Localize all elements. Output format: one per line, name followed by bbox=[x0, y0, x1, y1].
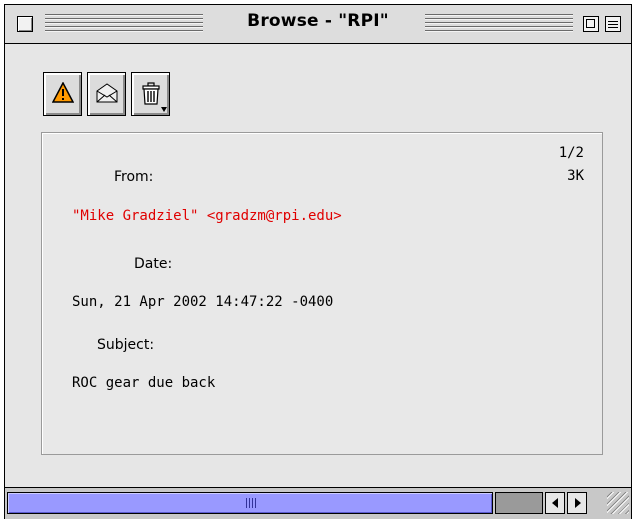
status-bar bbox=[5, 487, 631, 519]
scroll-right-arrow-button[interactable] bbox=[567, 492, 587, 514]
message-size: 3K bbox=[567, 168, 584, 184]
envelope-icon bbox=[96, 83, 118, 103]
warning-button[interactable] bbox=[43, 72, 82, 116]
horizontal-scroll-track[interactable] bbox=[495, 492, 543, 514]
zoom-box[interactable] bbox=[583, 16, 599, 32]
date-value: Sun, 21 Apr 2002 14:47:22 -0400 bbox=[72, 294, 334, 310]
trash-icon bbox=[142, 82, 160, 105]
warning-icon bbox=[52, 82, 74, 103]
date-label: Date: bbox=[134, 256, 173, 272]
horizontal-scroll-thumb[interactable] bbox=[7, 492, 493, 514]
from-value[interactable]: "Mike Gradziel" <gradzm@rpi.edu> bbox=[72, 208, 342, 224]
title-bar[interactable]: Browse - "RPI" bbox=[5, 5, 631, 44]
open-mail-button[interactable] bbox=[87, 72, 126, 116]
close-box[interactable] bbox=[17, 16, 33, 32]
subject-label: Subject: bbox=[97, 337, 155, 353]
subject-value: ROC gear due back bbox=[72, 375, 216, 391]
popup-menu-triangle-icon bbox=[161, 107, 167, 112]
from-label: From: bbox=[114, 169, 154, 185]
collapse-box[interactable] bbox=[605, 16, 621, 32]
window-title: Browse - "RPI" bbox=[247, 11, 389, 31]
title-stripes-left bbox=[45, 14, 203, 34]
resize-grip-icon[interactable] bbox=[607, 492, 629, 514]
message-count: 1/2 bbox=[558, 145, 584, 161]
scroll-left-arrow-button[interactable] bbox=[545, 492, 565, 514]
delete-button[interactable] bbox=[131, 72, 170, 116]
scroll-grip-icon bbox=[246, 498, 256, 508]
message-header-panel: 1/2 3K From: "Mike Gradziel" <gradzm@rpi… bbox=[41, 132, 603, 455]
title-stripes-right bbox=[425, 14, 573, 34]
browse-window: Browse - "RPI" 1/2 3K From: "Mike Gradzi… bbox=[4, 4, 632, 519]
